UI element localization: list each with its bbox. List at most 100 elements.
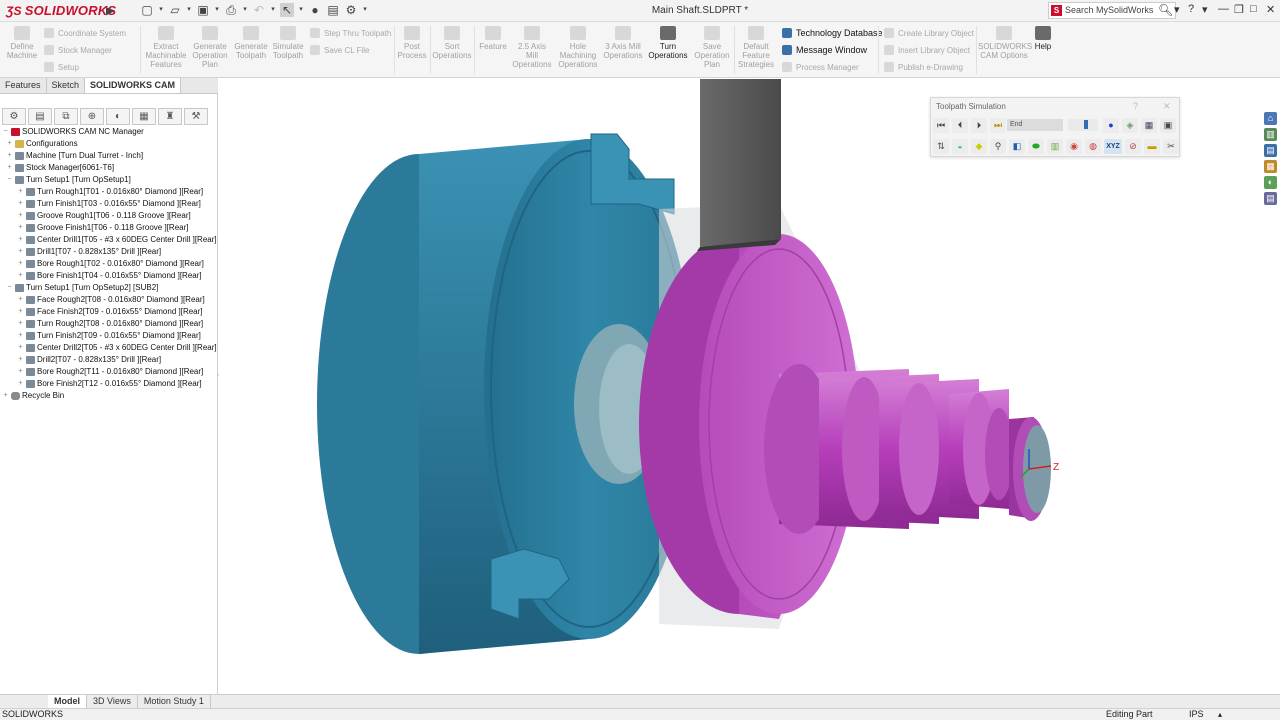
tree-node[interactable]: + Groove Finish1[T06 - 0.118 Groove ][Rea… (17, 222, 188, 234)
custom-properties-icon[interactable]: ▤ (1264, 192, 1277, 205)
gauge-icon[interactable]: ◍ (1085, 139, 1101, 154)
expand-icon[interactable]: + (17, 222, 24, 234)
close-icon[interactable]: ✕ (1266, 3, 1275, 16)
dropdown-icon[interactable]: ▾ (1174, 3, 1180, 16)
default-strategies-button[interactable]: Default Feature Strategies (736, 26, 776, 69)
mill-25-axis-button[interactable]: 2.5 Axis Mill Operations (512, 26, 552, 69)
expand-icon[interactable]: + (6, 162, 13, 174)
property-manager-icon[interactable]: ▤ (28, 108, 52, 125)
expand-icon[interactable]: + (17, 366, 24, 378)
save-stl-icon[interactable]: ▣ (1160, 118, 1176, 133)
tree-node[interactable]: + Face Rough2[T08 - 0.016x80° Diamond ][R… (17, 294, 205, 306)
cam-operation-tree-icon[interactable]: ♜ (158, 108, 182, 125)
rewind-icon[interactable]: ⏮ (933, 118, 949, 133)
collapse-icon[interactable]: − (2, 126, 9, 138)
tree-node[interactable]: + Recycle Bin (2, 390, 64, 402)
expand-icon[interactable]: + (17, 294, 24, 306)
display-manager-icon[interactable]: ◐ (106, 108, 130, 125)
tool-display-icon[interactable]: ● (1103, 118, 1119, 133)
configuration-manager-icon[interactable]: ⧉ (54, 108, 78, 125)
view-palette-icon[interactable]: ▦ (1264, 160, 1277, 173)
compare-icon[interactable]: ⬬ (1028, 139, 1044, 154)
feature-button[interactable]: Feature (476, 26, 510, 51)
minimize-icon[interactable]: — (1218, 3, 1229, 15)
run-to-end-icon[interactable]: ⏭ (990, 118, 1006, 133)
coordinate-system-button[interactable]: Coordinate System (44, 28, 126, 38)
tab-features[interactable]: Features (0, 78, 47, 93)
technology-database-button[interactable]: Technology Database (782, 28, 883, 38)
design-library-icon[interactable]: ▥ (1264, 128, 1277, 141)
restore-icon[interactable]: ❐ (1234, 3, 1244, 16)
help-button[interactable]: Help (1032, 26, 1054, 51)
feature-tree-icon[interactable]: ⚙ (2, 108, 26, 125)
tool-holder-icon[interactable]: ⚲ (990, 139, 1006, 154)
tree-node[interactable]: + Center Drill1[T05 - #3 x 60DEG Center D… (17, 234, 217, 246)
tree-node[interactable]: − SOLIDWORKS CAM NC Manager (2, 126, 144, 138)
cam-feature-tree-icon[interactable]: ▦ (132, 108, 156, 125)
cam-options-button[interactable]: SOLIDWORKS CAM Options (978, 26, 1032, 60)
dimxpert-icon[interactable]: ⊕ (80, 108, 104, 125)
tab-motion-study[interactable]: Motion Study 1 (138, 695, 211, 708)
turn-operations-button[interactable]: Turn Operations (646, 26, 690, 60)
tree-node[interactable]: + Turn Finish1[T03 - 0.016x55° Diamond ][… (17, 198, 201, 210)
maximize-icon[interactable]: □ (1250, 3, 1257, 15)
tools-icon[interactable]: ✂ (1163, 139, 1179, 154)
section-view-icon[interactable]: ◧ (1009, 139, 1025, 154)
help-icon[interactable]: ? (1133, 101, 1138, 111)
expand-icon[interactable]: + (6, 138, 13, 150)
tree-node[interactable]: + Drill1[T07 - 0.828x135° Drill ][Rear] (17, 246, 161, 258)
tree-node[interactable]: + Turn Finish2[T09 - 0.016x55° Diamond ][… (17, 330, 201, 342)
post-process-button[interactable]: Post Process (396, 26, 428, 60)
message-window-button[interactable]: Message Window (782, 45, 867, 55)
extract-features-button[interactable]: Extract Machinable Features (144, 26, 188, 69)
expand-icon[interactable]: + (17, 354, 24, 366)
units-dropdown-icon[interactable]: ▴ (1218, 709, 1222, 720)
simulate-toolpath-button[interactable]: Simulate Toolpath (270, 26, 306, 60)
expand-icon[interactable]: + (17, 234, 24, 246)
tree-node[interactable]: + Machine [Turn Dual Turret - Inch] (6, 150, 143, 162)
tab-model[interactable]: Model (48, 695, 87, 708)
tree-node[interactable]: − Turn Setup1 [Turn OpSetup1] (6, 174, 131, 186)
expand-icon[interactable]: + (17, 198, 24, 210)
expand-icon[interactable]: + (17, 342, 24, 354)
tree-node[interactable]: + Stock Manager[6061-T6] (6, 162, 114, 174)
color-icon[interactable]: ◉ (1066, 139, 1082, 154)
expand-icon[interactable]: + (17, 186, 24, 198)
difference-icon[interactable]: ▥ (1047, 139, 1063, 154)
folder-icon[interactable]: ▬ (1144, 139, 1160, 154)
stock-manager-button[interactable]: Stock Manager (44, 45, 112, 55)
expand-icon[interactable]: − (6, 282, 13, 294)
3d-model-view[interactable]: Z (219, 79, 1280, 694)
cam-tools-tree-icon[interactable]: ⚒ (184, 108, 208, 125)
generate-toolpath-button[interactable]: Generate Toolpath (232, 26, 270, 60)
save-cl-file-button[interactable]: Save CL File (310, 45, 370, 55)
expand-icon[interactable]: − (6, 174, 13, 186)
camera-icon[interactable]: ▦ (1141, 118, 1157, 133)
expand-icon[interactable]: + (17, 246, 24, 258)
sort-operations-button[interactable]: Sort Operations (432, 26, 472, 60)
play-icon[interactable]: ⏵ (971, 118, 987, 133)
hole-machining-button[interactable]: Hole Machining Operations (556, 26, 600, 69)
simulate-mode-dropdown[interactable]: End (1007, 119, 1063, 131)
dropdown-icon[interactable]: ▾ (1202, 3, 1208, 16)
tree-node[interactable]: + Turn Rough1[T01 - 0.016x80° Diamond ][R… (17, 186, 203, 198)
define-machine-button[interactable]: Define Machine (6, 26, 38, 60)
status-units[interactable]: IPS (1189, 709, 1204, 720)
expand-icon[interactable]: + (17, 378, 24, 390)
step-thru-toolpath-button[interactable]: Step Thru Toolpath (310, 28, 391, 38)
expand-icon[interactable]: + (17, 258, 24, 270)
tree-node[interactable]: + Center Drill2[T05 - #3 x 60DEG Center D… (17, 342, 217, 354)
save-operation-plan-button[interactable]: Save Operation Plan (692, 26, 732, 69)
expand-icon[interactable]: + (17, 210, 24, 222)
search-icon[interactable]: 🔍︎ (1158, 3, 1173, 17)
expand-icon[interactable]: + (17, 270, 24, 282)
tree-node[interactable]: + Bore Finish1[T04 - 0.016x55° Diamond ][… (17, 270, 202, 282)
stock-display-icon[interactable]: ◈ (1122, 118, 1138, 133)
highlight-icon[interactable]: ◆ (971, 139, 987, 154)
tree-node[interactable]: + Configurations (6, 138, 78, 150)
simulation-speed-slider[interactable] (1068, 119, 1098, 131)
close-icon[interactable]: ✕ (1163, 101, 1171, 112)
setup-button[interactable]: Setup (44, 62, 79, 72)
help-icon[interactable]: ? (1188, 3, 1194, 15)
create-library-object-button[interactable]: Create Library Object (884, 28, 974, 38)
